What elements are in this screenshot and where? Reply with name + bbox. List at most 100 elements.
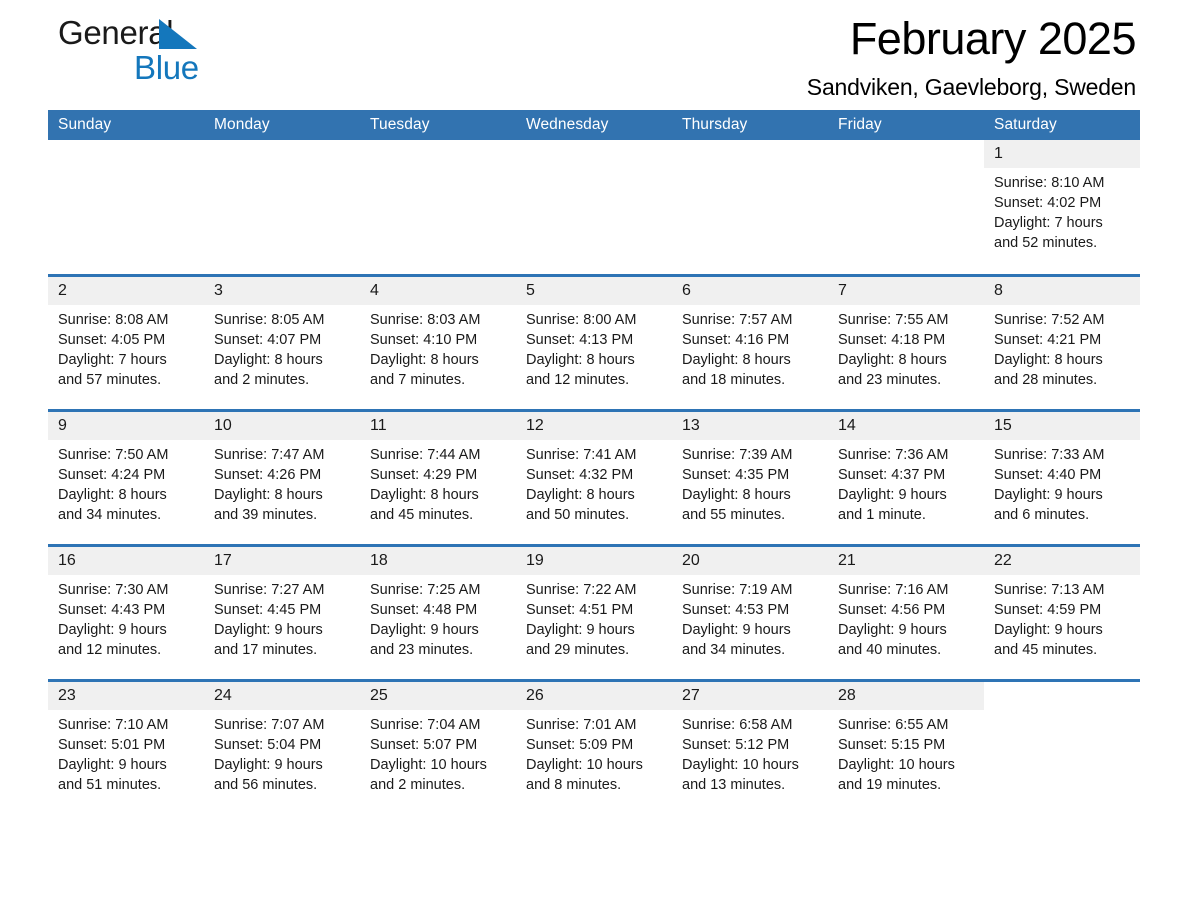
day-number: 18 <box>360 546 516 575</box>
day-details: Sunrise: 8:10 AM Sunset: 4:02 PM Daylight:… <box>984 168 1140 253</box>
calendar-cell: 27 Sunrise: 6:58 AM Sunset: 5:12 PM Dayligh… <box>672 678 828 815</box>
sunset-text: Sunset: 4:51 PM <box>526 601 634 618</box>
day-details: Sunrise: 7:19 AM Sunset: 4:53 PM Daylight:… <box>672 575 828 660</box>
calendar-day[interactable]: 12 Sunrise: 7:41 AM Sunset: 4:32 PM Dayligh… <box>516 411 672 544</box>
sunrise-text: Sunrise: 7:47 AM <box>214 446 325 463</box>
day-number <box>984 682 1140 710</box>
daylight-text-line2: and 52 minutes. <box>994 235 1098 251</box>
calendar-day[interactable]: 9 Sunrise: 7:50 AM Sunset: 4:24 PM Daylight… <box>48 411 204 544</box>
calendar-day[interactable]: 16 Sunrise: 7:30 AM Sunset: 4:43 PM Dayligh… <box>48 546 204 679</box>
sunrise-text: Sunrise: 7:52 AM <box>994 311 1105 328</box>
day-number: 17 <box>204 546 360 575</box>
calendar-cell: 18 Sunrise: 7:25 AM Sunset: 4:48 PM Dayligh… <box>360 543 516 680</box>
day-number: 27 <box>672 681 828 710</box>
sunset-text: Sunset: 4:43 PM <box>58 601 166 618</box>
day-number <box>516 140 672 168</box>
calendar-cell: 13 Sunrise: 7:39 AM Sunset: 4:35 PM Dayligh… <box>672 408 828 545</box>
day-details: Sunrise: 6:55 AM Sunset: 5:15 PM Daylight:… <box>828 710 984 795</box>
calendar-day[interactable]: 4 Sunrise: 8:03 AM Sunset: 4:10 PM Daylight… <box>360 276 516 409</box>
daylight-text-line1: Daylight: 9 hours <box>370 621 479 638</box>
sunrise-text: Sunrise: 7:19 AM <box>682 581 793 598</box>
sunrise-text: Sunrise: 7:33 AM <box>994 446 1105 463</box>
sunset-text: Sunset: 4:32 PM <box>526 466 634 483</box>
day-number: 25 <box>360 681 516 710</box>
calendar-day[interactable]: 23 Sunrise: 7:10 AM Sunset: 5:01 PM Dayligh… <box>48 681 204 815</box>
calendar-day[interactable]: 8 Sunrise: 7:52 AM Sunset: 4:21 PM Daylight… <box>984 276 1140 409</box>
calendar-day[interactable]: 5 Sunrise: 8:00 AM Sunset: 4:13 PM Daylight… <box>516 276 672 409</box>
sunset-text: Sunset: 5:09 PM <box>526 736 634 753</box>
calendar-day[interactable]: 26 Sunrise: 7:01 AM Sunset: 5:09 PM Dayligh… <box>516 681 672 815</box>
day-details: Sunrise: 7:16 AM Sunset: 4:56 PM Daylight:… <box>828 575 984 660</box>
calendar-cell: 19 Sunrise: 7:22 AM Sunset: 4:51 PM Dayligh… <box>516 543 672 680</box>
calendar-cell: 28 Sunrise: 6:55 AM Sunset: 5:15 PM Dayligh… <box>828 678 984 815</box>
day-details: Sunrise: 7:57 AM Sunset: 4:16 PM Daylight:… <box>672 305 828 390</box>
calendar-cell: 15 Sunrise: 7:33 AM Sunset: 4:40 PM Dayligh… <box>984 408 1140 545</box>
daylight-text-line2: and 56 minutes. <box>214 776 318 793</box>
calendar-day[interactable]: 3 Sunrise: 8:05 AM Sunset: 4:07 PM Daylight… <box>204 276 360 409</box>
day-details: Sunrise: 7:22 AM Sunset: 4:51 PM Daylight:… <box>516 575 672 660</box>
calendar-cell: 16 Sunrise: 7:30 AM Sunset: 4:43 PM Dayligh… <box>48 543 204 680</box>
daylight-text-line1: Daylight: 9 hours <box>838 621 947 638</box>
sunrise-text: Sunrise: 7:41 AM <box>526 446 637 463</box>
weekday-header-saturday: Saturday <box>984 110 1140 140</box>
day-number: 13 <box>672 411 828 440</box>
day-details: Sunrise: 7:41 AM Sunset: 4:32 PM Daylight:… <box>516 440 672 525</box>
calendar-day[interactable]: 1 Sunrise: 8:10 AM Sunset: 4:02 PM Daylight… <box>984 140 1140 274</box>
page-header: General Blue February 2025 Sandviken, Ga… <box>48 0 1140 110</box>
calendar-day[interactable]: 25 Sunrise: 7:04 AM Sunset: 5:07 PM Dayligh… <box>360 681 516 815</box>
day-number: 1 <box>984 140 1140 168</box>
day-details: Sunrise: 8:00 AM Sunset: 4:13 PM Daylight:… <box>516 305 672 390</box>
calendar-day[interactable]: 6 Sunrise: 7:57 AM Sunset: 4:16 PM Daylight… <box>672 276 828 409</box>
day-number: 10 <box>204 411 360 440</box>
calendar-day[interactable]: 11 Sunrise: 7:44 AM Sunset: 4:29 PM Dayligh… <box>360 411 516 544</box>
calendar-cell <box>828 140 984 275</box>
calendar-day[interactable]: 19 Sunrise: 7:22 AM Sunset: 4:51 PM Dayligh… <box>516 546 672 679</box>
calendar-day[interactable]: 10 Sunrise: 7:47 AM Sunset: 4:26 PM Dayligh… <box>204 411 360 544</box>
sunrise-text: Sunrise: 7:55 AM <box>838 311 949 328</box>
calendar-day[interactable]: 21 Sunrise: 7:16 AM Sunset: 4:56 PM Dayligh… <box>828 546 984 679</box>
calendar-day[interactable]: 27 Sunrise: 6:58 AM Sunset: 5:12 PM Dayligh… <box>672 681 828 815</box>
calendar-day[interactable]: 17 Sunrise: 7:27 AM Sunset: 4:45 PM Dayligh… <box>204 546 360 679</box>
calendar-day[interactable]: 13 Sunrise: 7:39 AM Sunset: 4:35 PM Dayligh… <box>672 411 828 544</box>
generalblue-logo[interactable]: General Blue <box>58 16 298 92</box>
weekday-header-friday: Friday <box>828 110 984 140</box>
calendar-day[interactable]: 22 Sunrise: 7:13 AM Sunset: 4:59 PM Dayligh… <box>984 546 1140 679</box>
calendar-day-empty <box>672 140 828 274</box>
daylight-text-line2: and 2 minutes. <box>370 776 466 793</box>
sunrise-text: Sunrise: 7:36 AM <box>838 446 949 463</box>
daylight-text-line1: Daylight: 8 hours <box>214 486 323 503</box>
day-number: 4 <box>360 276 516 305</box>
day-number: 15 <box>984 411 1140 440</box>
calendar-day[interactable]: 28 Sunrise: 6:55 AM Sunset: 5:15 PM Dayligh… <box>828 681 984 815</box>
sunset-text: Sunset: 4:37 PM <box>838 466 946 483</box>
daylight-text-line1: Daylight: 8 hours <box>682 486 791 503</box>
day-number: 26 <box>516 681 672 710</box>
sunrise-text: Sunrise: 7:25 AM <box>370 581 481 598</box>
calendar-cell <box>672 140 828 275</box>
day-number: 24 <box>204 681 360 710</box>
sunset-text: Sunset: 5:04 PM <box>214 736 322 753</box>
calendar-day[interactable]: 24 Sunrise: 7:07 AM Sunset: 5:04 PM Dayligh… <box>204 681 360 815</box>
day-number: 2 <box>48 276 204 305</box>
day-details: Sunrise: 7:33 AM Sunset: 4:40 PM Daylight:… <box>984 440 1140 525</box>
daylight-text-line1: Daylight: 9 hours <box>214 621 323 638</box>
calendar-day[interactable]: 18 Sunrise: 7:25 AM Sunset: 4:48 PM Dayligh… <box>360 546 516 679</box>
calendar-day[interactable]: 2 Sunrise: 8:08 AM Sunset: 4:05 PM Daylight… <box>48 276 204 409</box>
calendar-day[interactable]: 15 Sunrise: 7:33 AM Sunset: 4:40 PM Dayligh… <box>984 411 1140 544</box>
sunrise-text: Sunrise: 8:00 AM <box>526 311 637 328</box>
daylight-text-line1: Daylight: 10 hours <box>526 756 643 773</box>
calendar-table: Sunday Monday Tuesday Wednesday Thursday… <box>48 110 1140 815</box>
day-number <box>360 140 516 168</box>
calendar-day[interactable]: 20 Sunrise: 7:19 AM Sunset: 4:53 PM Dayligh… <box>672 546 828 679</box>
calendar-day[interactable]: 14 Sunrise: 7:36 AM Sunset: 4:37 PM Dayligh… <box>828 411 984 544</box>
sunrise-text: Sunrise: 7:13 AM <box>994 581 1105 598</box>
calendar-cell: 14 Sunrise: 7:36 AM Sunset: 4:37 PM Dayligh… <box>828 408 984 545</box>
calendar-day[interactable]: 7 Sunrise: 7:55 AM Sunset: 4:18 PM Daylight… <box>828 276 984 409</box>
calendar-cell: 25 Sunrise: 7:04 AM Sunset: 5:07 PM Dayligh… <box>360 678 516 815</box>
sunset-text: Sunset: 5:12 PM <box>682 736 790 753</box>
sunrise-text: Sunrise: 7:07 AM <box>214 716 325 733</box>
calendar-day-empty <box>204 140 360 274</box>
daylight-text-line1: Daylight: 8 hours <box>58 486 167 503</box>
calendar-week-row: 16 Sunrise: 7:30 AM Sunset: 4:43 PM Dayligh… <box>48 543 1140 680</box>
day-number <box>828 140 984 168</box>
